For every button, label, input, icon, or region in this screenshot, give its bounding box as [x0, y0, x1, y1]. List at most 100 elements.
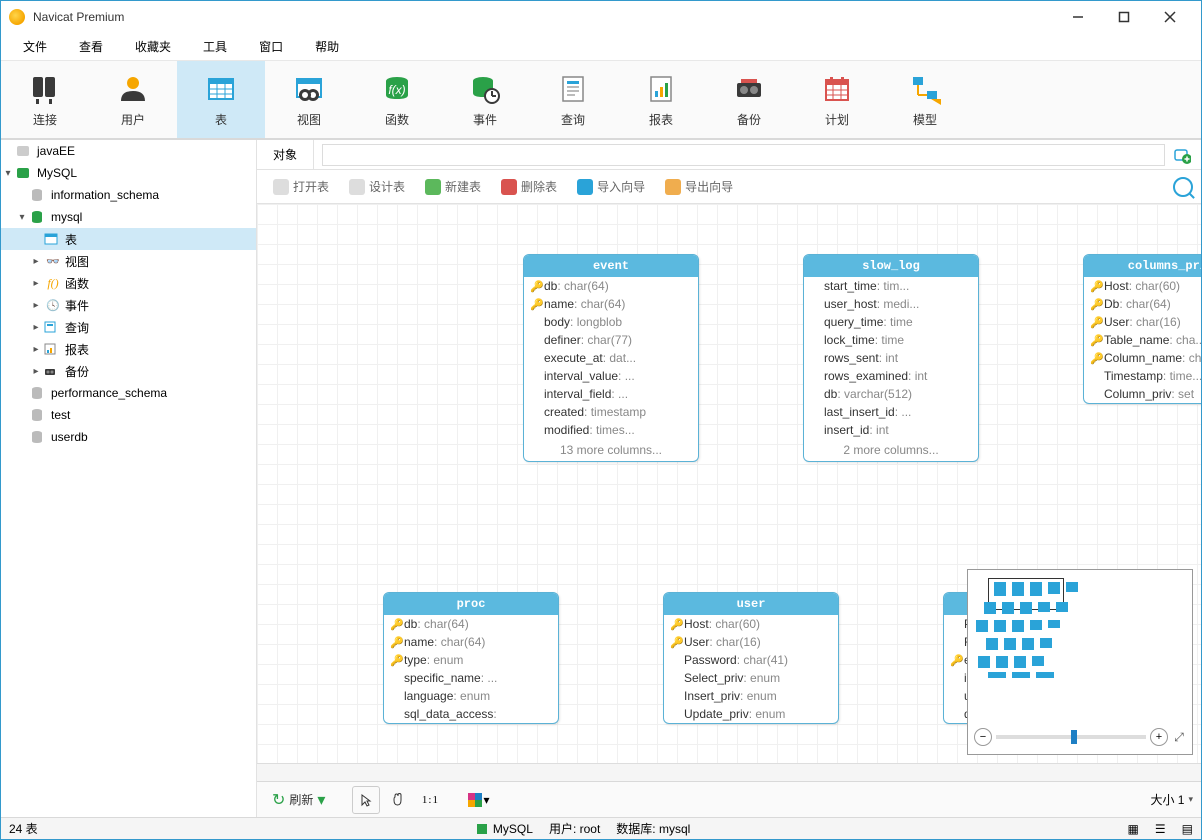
tree-node-事件[interactable]: ▸🕓事件 — [1, 294, 256, 316]
toolbar-schedule-button[interactable]: 计划 — [793, 61, 881, 138]
new-table-button[interactable]: 新建表 — [417, 174, 489, 200]
object-search-input[interactable] — [322, 144, 1165, 166]
tree-node-performance_schema[interactable]: performance_schema — [1, 382, 256, 404]
event-icon: 🕓 — [43, 298, 63, 312]
table-card-user[interactable]: user🔑Host: char(60)🔑User: char(16)Passwo… — [663, 592, 839, 724]
minimap[interactable]: − + ⤢ — [967, 569, 1193, 755]
view-icon: 👓 — [43, 254, 63, 268]
sidebar-tree[interactable]: javaEE▾MySQLinformation_schema▾mysql表▸👓视… — [1, 140, 257, 817]
maximize-button[interactable] — [1101, 1, 1147, 33]
menu-帮助[interactable]: 帮助 — [301, 34, 353, 59]
table-column: 🔑Table_name: cha... — [1084, 331, 1201, 349]
toolbar-function-button[interactable]: f(x)函数 — [353, 61, 441, 138]
table-column: interval_value: ... — [524, 367, 698, 385]
close-button[interactable] — [1147, 1, 1193, 33]
table-column: created: timestamp — [524, 403, 698, 421]
table-card-columns_priv[interactable]: columns_priv🔑Host: char(60)🔑Db: char(64)… — [1083, 254, 1201, 404]
table-column: Select_priv: enum — [664, 669, 838, 687]
conn-green-icon — [15, 165, 35, 181]
tree-node-MySQL[interactable]: ▾MySQL — [1, 162, 256, 184]
zoom-slider[interactable] — [996, 735, 1146, 739]
view-list-button[interactable]: ☰ — [1155, 822, 1166, 836]
menu-窗口[interactable]: 窗口 — [245, 34, 297, 59]
toolbar-user-button[interactable]: 用户 — [89, 61, 177, 138]
window-title: Navicat Premium — [33, 10, 1055, 24]
toolbar-event-button[interactable]: 事件 — [441, 61, 529, 138]
table-column: 🔑Host: char(60) — [664, 615, 838, 633]
horizontal-scrollbar[interactable] — [257, 763, 1201, 781]
toolbar-model-button[interactable]: 模型 — [881, 61, 969, 138]
menu-工具[interactable]: 工具 — [189, 34, 241, 59]
table-column: db: varchar(512) — [804, 385, 978, 403]
export-wizard-button[interactable]: 导出向导 — [657, 174, 741, 200]
table-column: body: longblob — [524, 313, 698, 331]
table-card-event[interactable]: event🔑db: char(64)🔑name: char(64)body: l… — [523, 254, 699, 462]
tree-node-查询[interactable]: ▸查询 — [1, 316, 256, 338]
toolbar-table-button[interactable]: 表 — [177, 61, 265, 138]
tree-node-test[interactable]: test — [1, 404, 256, 426]
hand-tool-button[interactable] — [384, 786, 412, 814]
user-icon — [115, 71, 151, 107]
table-column: execute_at: dat... — [524, 349, 698, 367]
object-tab[interactable]: 对象 — [257, 140, 314, 170]
minimap-expand-icon[interactable]: ⤢ — [1172, 730, 1186, 745]
toolbar-report-button[interactable]: 报表 — [617, 61, 705, 138]
query-icon — [555, 71, 591, 107]
menu-收藏夹[interactable]: 收藏夹 — [121, 34, 185, 59]
table-column: 🔑name: char(64) — [384, 633, 558, 651]
tree-node-备份[interactable]: ▸备份 — [1, 360, 256, 382]
table-column: 🔑Db: char(64) — [1084, 295, 1201, 313]
toolbar-view-button[interactable]: 视图 — [265, 61, 353, 138]
toolbar-backup-button[interactable]: 备份 — [705, 61, 793, 138]
svg-text:f(x): f(x) — [388, 83, 405, 97]
pointer-tool-button[interactable] — [352, 786, 380, 814]
titlebar: Navicat Premium — [1, 1, 1201, 33]
table-column: insert_id: int — [804, 421, 978, 439]
refresh-button[interactable]: ↻ 刷新 ▾ — [265, 786, 332, 814]
table-column: specific_name: ... — [384, 669, 558, 687]
table-column: 🔑User: char(16) — [1084, 313, 1201, 331]
tree-node-userdb[interactable]: userdb — [1, 426, 256, 448]
zoom-out-button[interactable]: − — [974, 728, 992, 746]
menu-查看[interactable]: 查看 — [65, 34, 117, 59]
table-column: 🔑type: enum — [384, 651, 558, 669]
view-icon — [291, 71, 327, 107]
table-card-slow_log[interactable]: slow_logstart_time: tim...user_host: med… — [803, 254, 979, 462]
table-column: Timestamp: time... — [1084, 367, 1201, 385]
view-grid-button[interactable]: ▦ — [1128, 822, 1139, 836]
color-tool-button[interactable]: ▾ — [464, 786, 492, 814]
table-column: definer: char(77) — [524, 331, 698, 349]
minimize-button[interactable] — [1055, 1, 1101, 33]
tree-node-视图[interactable]: ▸👓视图 — [1, 250, 256, 272]
search-icon[interactable] — [1173, 177, 1193, 197]
tree-node-表[interactable]: 表 — [1, 228, 256, 250]
view-detail-button[interactable]: ▤ — [1182, 822, 1193, 836]
menu-文件[interactable]: 文件 — [9, 34, 61, 59]
table-column: Password: char(41) — [664, 651, 838, 669]
table-column: query_time: time — [804, 313, 978, 331]
table-column: rows_examined: int — [804, 367, 978, 385]
tree-node-报表[interactable]: ▸报表 — [1, 338, 256, 360]
toolbar-connect-button[interactable]: 连接 — [1, 61, 89, 138]
tree-node-information_schema[interactable]: information_schema — [1, 184, 256, 206]
tree-node-javaEE[interactable]: javaEE — [1, 140, 256, 162]
add-tab-button[interactable] — [1173, 146, 1201, 164]
import-wizard-button[interactable]: 导入向导 — [569, 174, 653, 200]
table-card-proc[interactable]: proc🔑db: char(64)🔑name: char(64)🔑type: e… — [383, 592, 559, 724]
connect-icon — [27, 71, 63, 107]
toolbar-query-button[interactable]: 查询 — [529, 61, 617, 138]
table-column: Insert_priv: enum — [664, 687, 838, 705]
status-user: 用户: root — [549, 820, 600, 837]
scale-1to1-button[interactable]: 1:1 — [416, 786, 444, 814]
design-table-button[interactable]: 设计表 — [341, 174, 413, 200]
table-card-header: slow_log — [804, 255, 978, 277]
delete-table-button[interactable]: 删除表 — [493, 174, 565, 200]
table-column: modified: times... — [524, 421, 698, 439]
tree-node-mysql[interactable]: ▾mysql — [1, 206, 256, 228]
table-column: 🔑User: char(16) — [664, 633, 838, 651]
db-open-icon — [29, 209, 49, 225]
open-table-button[interactable]: 打开表 — [265, 174, 337, 200]
tree-node-函数[interactable]: ▸f()函数 — [1, 272, 256, 294]
zoom-in-button[interactable]: + — [1150, 728, 1168, 746]
status-database: 数据库: mysql — [616, 820, 690, 837]
